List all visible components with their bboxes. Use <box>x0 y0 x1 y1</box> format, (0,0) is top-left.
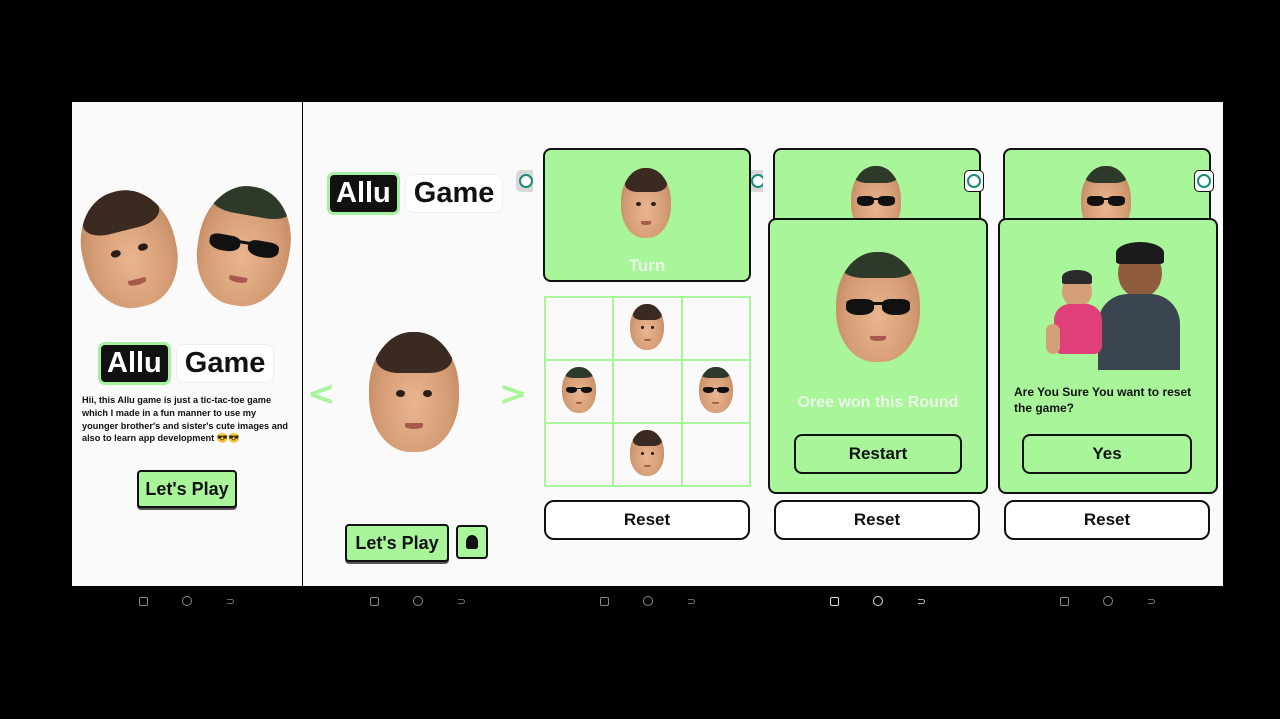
recent-apps-icon[interactable] <box>369 595 381 607</box>
lets-play-button[interactable]: Let's Play <box>137 470 237 508</box>
board-cell[interactable] <box>614 298 681 359</box>
win-message: Oree won this Round <box>797 394 959 411</box>
boy-face-image <box>630 304 665 350</box>
board-cell[interactable] <box>546 361 613 422</box>
system-nav-bar: ⊃ <box>303 586 533 616</box>
confirm-dialog: Are You Sure You want to reset the game?… <box>998 218 1218 494</box>
board-cell[interactable] <box>682 298 749 359</box>
floating-app-icon[interactable] <box>1194 170 1214 192</box>
reset-button[interactable]: Reset <box>1004 500 1210 540</box>
cool-boy-face-image <box>562 367 596 413</box>
win-dialog: Oree won this Round Restart <box>768 218 988 494</box>
boy-face-image <box>72 180 189 318</box>
board-cell[interactable] <box>546 298 613 359</box>
siblings-photo <box>1040 240 1180 370</box>
home-icon[interactable] <box>412 595 424 607</box>
logo-game: Game <box>405 175 503 212</box>
home-icon[interactable] <box>181 595 193 607</box>
logo-allu: Allu <box>327 172 400 215</box>
home-icon[interactable] <box>1102 595 1114 607</box>
logo-allu: Allu <box>98 342 171 385</box>
board-cell[interactable] <box>682 361 749 422</box>
back-icon[interactable]: ⊃ <box>455 595 467 607</box>
screen-character-select: Allu Game < > Let's Play <box>303 102 533 586</box>
reset-button[interactable]: Reset <box>774 500 980 540</box>
boy-face-image <box>630 430 665 476</box>
reset-button[interactable]: Reset <box>544 500 750 540</box>
board-cell[interactable] <box>614 424 681 485</box>
back-icon[interactable]: ⊃ <box>915 595 927 607</box>
next-character-arrow[interactable]: > <box>499 374 528 414</box>
yes-button[interactable]: Yes <box>1022 434 1192 474</box>
restart-button[interactable]: Restart <box>794 434 962 474</box>
floating-app-icon[interactable] <box>516 170 533 192</box>
system-nav-bar: ⊃ <box>72 586 302 616</box>
turn-label: Turn <box>628 256 666 275</box>
app-logo: Allu Game <box>98 342 274 385</box>
confirm-message: Are You Sure You want to reset the game? <box>1014 385 1192 415</box>
turn-panel: Turn <box>543 148 751 282</box>
system-nav-bar: ⊃ <box>993 586 1223 616</box>
recent-apps-icon[interactable] <box>829 595 841 607</box>
floating-app-icon[interactable] <box>964 170 984 192</box>
home-icon[interactable] <box>872 595 884 607</box>
screen-round-won: Oree won this Round Restart Reset <box>763 102 993 586</box>
board-cell[interactable] <box>614 361 681 422</box>
screen-game-board: Turn Reset <box>533 102 763 586</box>
system-nav-bar: ⊃ <box>533 586 763 616</box>
home-icon[interactable] <box>642 595 654 607</box>
back-icon[interactable]: ⊃ <box>1145 595 1157 607</box>
board-cell[interactable] <box>546 424 613 485</box>
recent-apps-icon[interactable] <box>1059 595 1071 607</box>
system-nav-bar: ⊃ <box>763 586 993 616</box>
cool-boy-face-image <box>188 178 300 314</box>
lets-play-button[interactable]: Let's Play <box>345 524 449 562</box>
boy-face-image <box>369 332 459 452</box>
cool-boy-face-image <box>698 367 733 413</box>
boy-face-image <box>621 168 671 238</box>
intro-text: Hii, this Allu game is just a tic-tac-to… <box>82 395 289 444</box>
cool-boy-face-image <box>836 252 920 362</box>
prev-character-arrow[interactable]: < <box>307 374 336 414</box>
app-logo: Allu Game <box>327 172 503 215</box>
spy-icon[interactable] <box>456 525 488 559</box>
recent-apps-icon[interactable] <box>138 595 150 607</box>
screen-intro: Allu Game Hii, this Allu game is just a … <box>72 102 302 586</box>
recent-apps-icon[interactable] <box>599 595 611 607</box>
back-icon[interactable]: ⊃ <box>224 595 236 607</box>
tic-tac-toe-board <box>544 296 751 487</box>
screen-reset-confirm: Are You Sure You want to reset the game?… <box>993 102 1223 586</box>
board-cell[interactable] <box>682 424 749 485</box>
back-icon[interactable]: ⊃ <box>685 595 697 607</box>
logo-game: Game <box>176 345 274 382</box>
